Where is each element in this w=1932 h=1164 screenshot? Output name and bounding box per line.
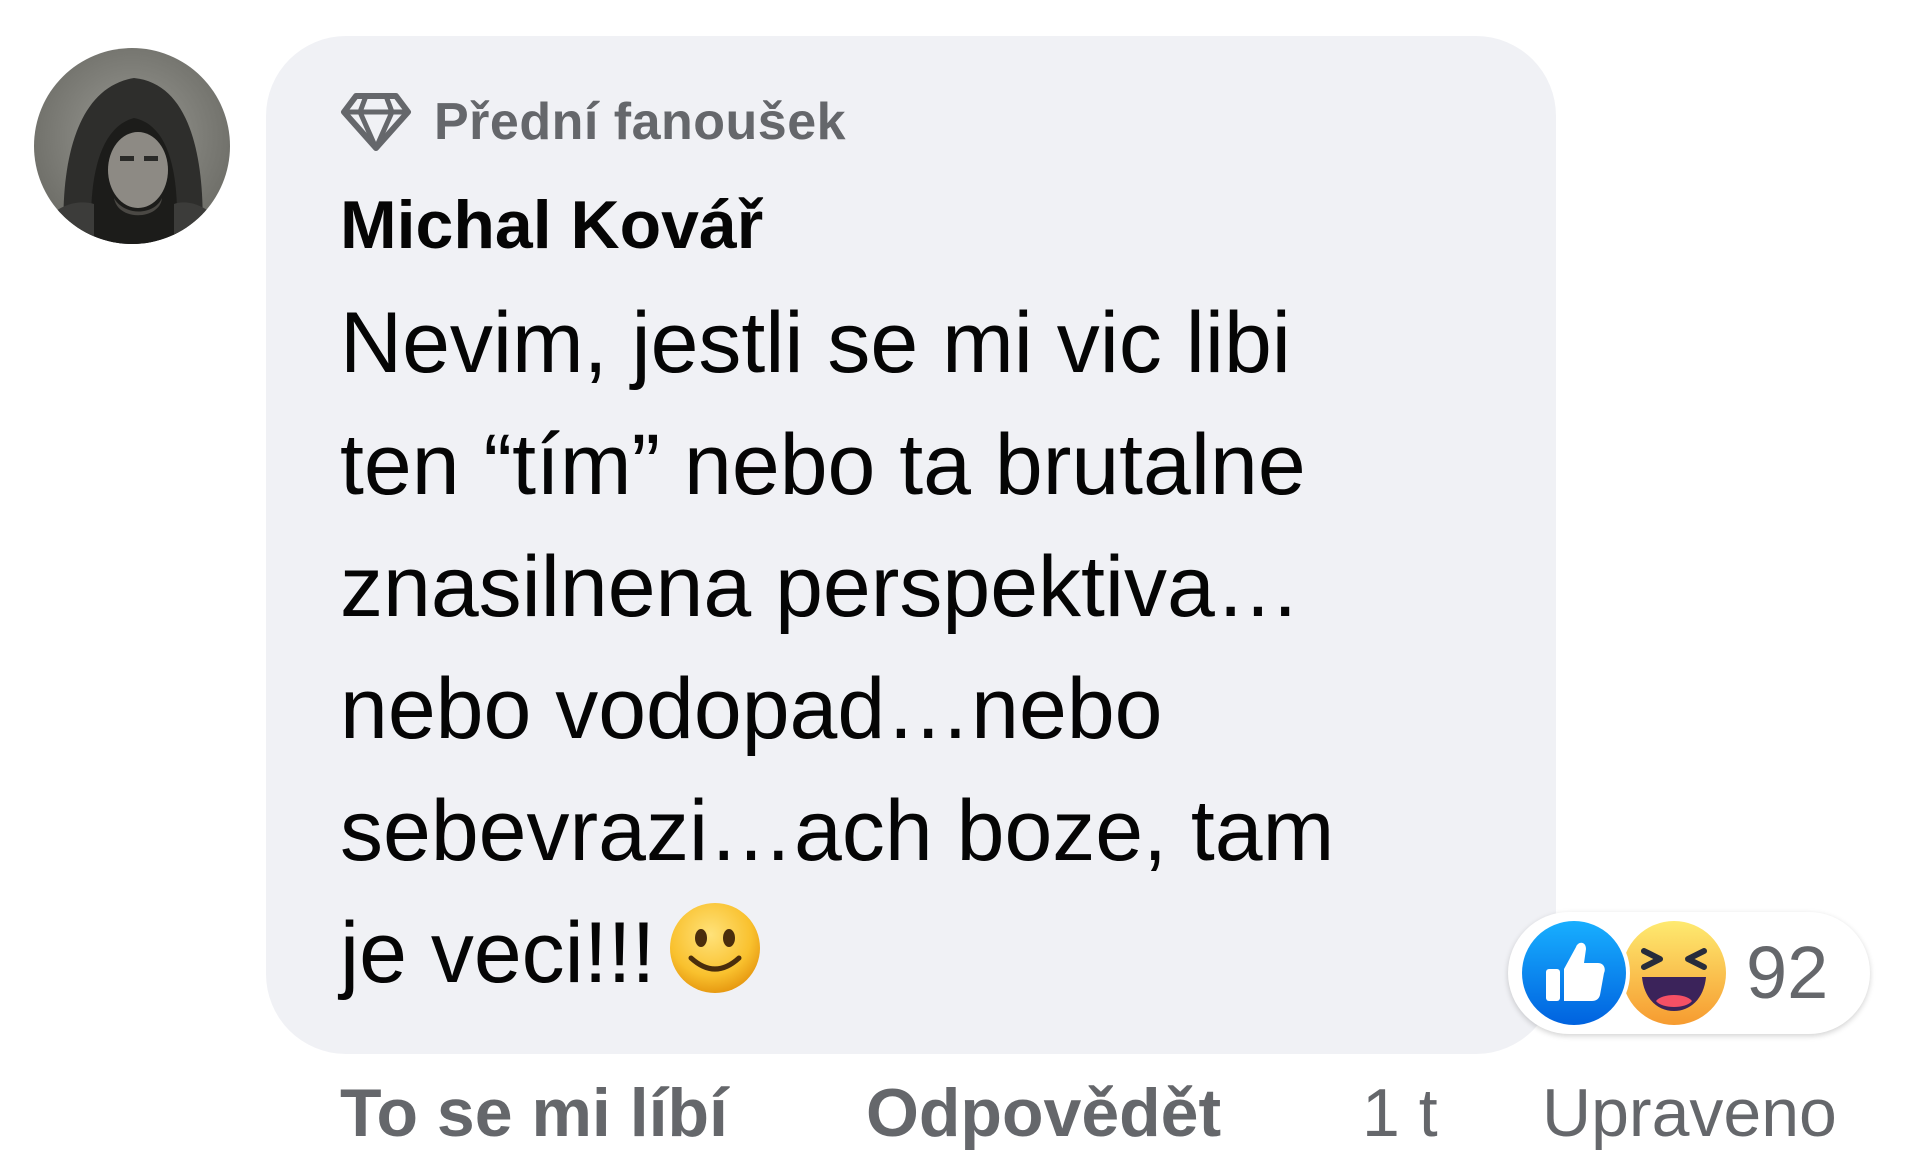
author-avatar[interactable] — [34, 48, 230, 244]
diamond-icon — [341, 93, 411, 151]
badge-label: Přední fanoušek — [434, 93, 847, 151]
comment-text: Nevim, jestli se mi vic libi ten “tím” n… — [340, 282, 1500, 1014]
reactions-summary[interactable]: 92 — [1508, 912, 1870, 1034]
comment-line: je veci!!! — [340, 905, 656, 1001]
smiling-face-emoji — [670, 903, 761, 993]
edited-label[interactable]: Upraveno — [1542, 1068, 1837, 1158]
comment-actions: To se mi líbí Odpovědět 1 t Upraveno — [340, 1068, 1920, 1158]
reply-button[interactable]: Odpovědět — [866, 1068, 1221, 1158]
comment-line: nebo vodopad…nebo — [340, 661, 1163, 757]
comment-line: ten “tím” nebo ta brutalne — [340, 417, 1306, 513]
comment-line: znasilnena perspektiva… — [340, 539, 1301, 635]
comment-line: sebevrazi…ach boze, tam — [340, 783, 1335, 879]
reaction-count: 92 — [1746, 931, 1829, 1014]
haha-reaction-icon — [1618, 917, 1730, 1029]
avatar-image — [34, 48, 230, 244]
top-fan-badge: Přední fanoušek — [340, 88, 846, 156]
comment-author[interactable]: Michal Kovář — [340, 186, 763, 264]
comment-line: Nevim, jestli se mi vic libi — [340, 295, 1291, 391]
like-button[interactable]: To se mi líbí — [340, 1068, 728, 1158]
like-reaction-icon — [1518, 917, 1630, 1029]
comment-last-line: je veci!!! — [340, 892, 1500, 1014]
comment-timestamp[interactable]: 1 t — [1362, 1068, 1438, 1158]
